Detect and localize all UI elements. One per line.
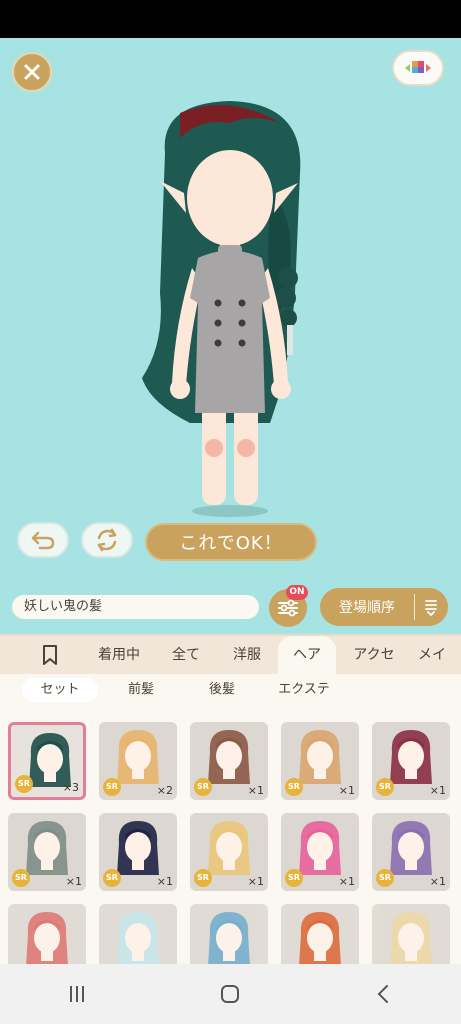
hair-item-card[interactable]	[8, 904, 86, 964]
filter-bar: 妖しい鬼の髪 ON 登場順序	[0, 580, 461, 634]
confirm-ok-button[interactable]: これでOK！	[145, 523, 317, 561]
rarity-badge: SR	[376, 869, 394, 887]
rarity-badge: SR	[103, 869, 121, 887]
sort-icon[interactable]	[415, 598, 447, 616]
rarity-badge: SR	[285, 778, 303, 796]
sort-order-button[interactable]: 登場順序	[320, 588, 448, 626]
filter-on-badge: ON	[286, 585, 308, 600]
owned-count: ×3	[62, 781, 79, 794]
sliders-icon	[278, 599, 298, 617]
item-name-field[interactable]: 妖しい鬼の髪	[12, 595, 259, 619]
rarity-badge: SR	[103, 778, 121, 796]
owned-count: ×1	[338, 875, 355, 888]
tab-clothes[interactable]: 洋服	[222, 636, 272, 674]
avatar-stage: これでOK！	[0, 38, 461, 580]
hair-item-card[interactable]	[190, 904, 268, 964]
owned-count: ×1	[65, 875, 82, 888]
hair-thumbnail	[117, 912, 159, 964]
sort-order-label: 登場順序	[339, 600, 395, 616]
rarity-badge: SR	[194, 869, 212, 887]
avatar-figure	[142, 101, 301, 517]
bookmark-tab[interactable]	[26, 636, 74, 674]
back-button[interactable]	[354, 974, 414, 1014]
system-nav-bar	[0, 964, 461, 1024]
subtab-set[interactable]: セット	[22, 678, 98, 702]
tab-hair[interactable]: ヘア	[278, 636, 336, 674]
hair-item-card[interactable]	[372, 904, 450, 964]
undo-icon	[31, 531, 55, 550]
tab-accessory[interactable]: アクセ	[342, 636, 406, 674]
category-tabs: 着用中 全て 洋服 ヘア アクセ メイ	[0, 634, 461, 674]
bookmark-icon	[43, 645, 57, 665]
subtab-front-hair[interactable]: 前髪	[108, 678, 174, 702]
owned-count: ×1	[247, 875, 264, 888]
recents-button[interactable]	[47, 974, 107, 1014]
undo-button[interactable]	[17, 522, 69, 558]
recents-icon	[69, 986, 84, 1002]
home-icon	[221, 985, 240, 1003]
back-icon	[377, 985, 389, 1003]
owned-count: ×2	[156, 784, 173, 797]
item-grid: SR ×3 SR ×2 SR ×1 SR ×1 SR ×1 SR ×1 SR ×1 SR ×1 SR ×1 SR ×1	[0, 706, 461, 964]
hair-item-card[interactable]: SR ×1	[281, 813, 359, 891]
hair-sub-tabs: セット 前髪 後髪 エクステ	[0, 674, 461, 706]
owned-count: ×1	[429, 784, 446, 797]
hair-thumbnail	[390, 912, 432, 964]
hair-item-card[interactable]: SR ×1	[190, 722, 268, 800]
hair-item-card[interactable]: SR ×1	[281, 722, 359, 800]
rotate-icon	[97, 528, 117, 552]
close-icon	[24, 64, 40, 80]
hair-item-card[interactable]: SR ×1	[372, 722, 450, 800]
hair-item-card[interactable]: SR ×1	[372, 813, 450, 891]
close-button[interactable]	[12, 52, 52, 92]
hair-item-card[interactable]: SR ×1	[99, 813, 177, 891]
menu-button[interactable]	[392, 50, 444, 86]
rotate-button[interactable]	[81, 522, 133, 558]
rarity-badge: SR	[15, 775, 33, 793]
hair-thumbnail	[299, 912, 341, 964]
palette-menu-icon	[405, 61, 431, 73]
status-bar	[0, 0, 461, 38]
tab-wearing[interactable]: 着用中	[88, 636, 150, 674]
home-button[interactable]	[200, 974, 260, 1014]
subtab-extension[interactable]: エクステ	[268, 678, 340, 702]
tab-makeup[interactable]: メイ	[418, 636, 461, 674]
owned-count: ×1	[247, 784, 264, 797]
rarity-badge: SR	[376, 778, 394, 796]
hair-item-card[interactable]: SR ×3	[8, 722, 86, 800]
hair-item-card[interactable]: SR ×1	[8, 813, 86, 891]
owned-count: ×1	[156, 875, 173, 888]
hair-thumbnail	[208, 912, 250, 964]
hair-thumbnail	[26, 912, 68, 964]
hair-item-card[interactable]	[99, 904, 177, 964]
owned-count: ×1	[338, 784, 355, 797]
owned-count: ×1	[429, 875, 446, 888]
rarity-badge: SR	[285, 869, 303, 887]
hair-item-card[interactable]	[281, 904, 359, 964]
tab-all[interactable]: 全て	[160, 636, 212, 674]
subtab-back-hair[interactable]: 後髪	[186, 678, 258, 702]
rarity-badge: SR	[12, 869, 30, 887]
hair-item-card[interactable]: SR ×1	[190, 813, 268, 891]
hair-item-card[interactable]: SR ×2	[99, 722, 177, 800]
rarity-badge: SR	[194, 778, 212, 796]
